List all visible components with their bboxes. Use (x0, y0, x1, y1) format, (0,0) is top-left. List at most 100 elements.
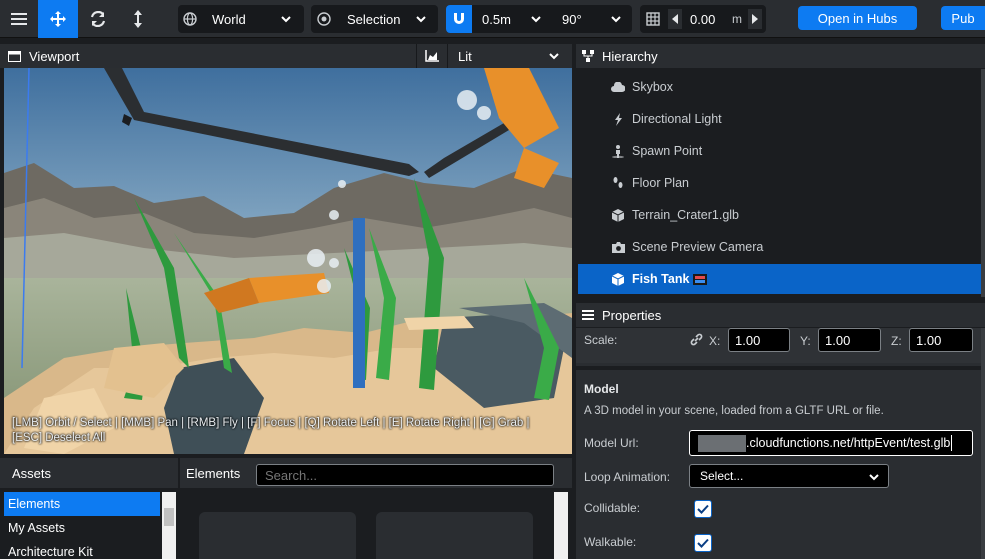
render-mode-value: Lit (458, 48, 472, 64)
bolt-icon (608, 112, 628, 126)
translation-snap-value: 0.5m (482, 11, 511, 27)
properties-scrollbar[interactable] (981, 328, 985, 559)
rotation-snap-value: 90° (562, 11, 582, 27)
snap-toggle-button[interactable] (446, 5, 472, 33)
grid-group: 0.00 m (640, 5, 766, 33)
hierarchy-item-label: Floor Plan (632, 176, 689, 190)
asset-source-architecture-kit[interactable]: Architecture Kit (4, 540, 160, 559)
hierarchy-item-label: Directional Light (632, 112, 722, 126)
pivot-mode-select[interactable]: Selection (339, 9, 435, 29)
grid-height-input[interactable]: 0.00 m (684, 9, 746, 29)
assets-sidebar: Assets Elements My Assets Architecture K… (0, 458, 178, 559)
person-icon (608, 144, 628, 158)
hierarchy-item-skybox[interactable]: Skybox (578, 71, 981, 103)
magnet-icon (454, 13, 464, 24)
viewport-controls-hint-2: [ESC] Deselect All (12, 432, 106, 444)
scrollbar-thumb[interactable] (164, 508, 174, 526)
viewport-title: Viewport (29, 48, 80, 64)
transform-space-value: World (212, 11, 246, 27)
model-url-input[interactable]: .cloudfunctions.net/httpEvent/test.glb (689, 430, 973, 456)
viewport-controls-hint: [LMB] Orbit / Select | [MMB] Pan | [RMB]… (12, 417, 530, 429)
assets-title: Assets (0, 458, 178, 488)
scale-y-input[interactable]: 1.00 (818, 328, 881, 352)
chevron-down-icon (869, 474, 879, 481)
collidable-checkbox[interactable] (694, 500, 712, 518)
scale-z-input[interactable]: 1.00 (909, 328, 973, 352)
hierarchy-item-label: Fish Tank (632, 272, 690, 286)
model-url-label: Model Url: (584, 436, 639, 450)
snap-group: 0.5m 90° (446, 5, 632, 33)
chevron-down-icon (281, 16, 291, 23)
redacted-text (698, 434, 746, 452)
move-arrows-icon (50, 11, 66, 27)
film-icon (693, 273, 708, 285)
grid-height-decrease-button[interactable] (668, 9, 682, 29)
elements-search-input[interactable] (256, 464, 554, 486)
properties-title: Properties (602, 307, 662, 323)
scale-x-label: X: (709, 334, 721, 348)
menu-button[interactable] (0, 0, 38, 38)
scale-y-label: Y: (800, 334, 811, 348)
elements-scrollbar[interactable] (554, 492, 568, 559)
grid-height-unit: m (732, 12, 742, 26)
grid-height-increase-button[interactable] (748, 9, 762, 29)
transform-space-select[interactable]: World (204, 9, 300, 29)
asset-source-elements[interactable]: Elements (4, 492, 160, 516)
publish-button[interactable]: Pub (941, 6, 985, 30)
model-section-description: A 3D model in your scene, loaded from a … (584, 405, 884, 417)
collidable-label: Collidable: (584, 501, 641, 515)
hierarchy-scrollbar[interactable] (981, 69, 985, 297)
hierarchy-item-label: Scene Preview Camera (632, 240, 764, 254)
section-divider (576, 366, 985, 370)
camera-icon (608, 241, 628, 253)
open-in-hubs-button[interactable]: Open in Hubs (798, 6, 917, 30)
pivot-mode-value: Selection (347, 11, 401, 27)
elements-panel: Elements (180, 458, 572, 559)
viewport-canvas[interactable]: [LMB] Orbit / Select | [MMB] Pan | [RMB]… (4, 68, 572, 454)
properties-header: Properties (576, 303, 985, 327)
hierarchy-title: Hierarchy (602, 48, 658, 64)
asset-source-my-assets[interactable]: My Assets (4, 516, 160, 540)
vertical-arrows-icon (134, 10, 142, 28)
scale-tool-button[interactable] (118, 0, 158, 38)
hierarchy-item-directional-light[interactable]: Directional Light (578, 103, 981, 135)
window-icon (8, 50, 21, 62)
grid-icon[interactable] (640, 12, 666, 26)
hierarchy-item-scene-preview-camera[interactable]: Scene Preview Camera (578, 231, 981, 263)
link-icon[interactable] (690, 333, 703, 349)
hierarchy-item-terrain[interactable]: Terrain_Crater1.glb (578, 199, 981, 231)
transform-space-group: World (178, 5, 304, 33)
hierarchy-tree-icon (582, 50, 594, 62)
assets-sidebar-scrollbar[interactable] (162, 492, 176, 559)
hamburger-menu-icon (11, 13, 27, 25)
model-url-value: .cloudfunctions.net/httpEvent/test.glb (746, 436, 951, 450)
walkable-label: Walkable: (584, 535, 637, 549)
hierarchy-item-fish-tank[interactable]: Fish Tank (578, 264, 981, 294)
walkable-checkbox[interactable] (694, 534, 712, 552)
scale-x-input[interactable]: 1.00 (728, 328, 790, 352)
hierarchy-item-label: Spawn Point (632, 144, 703, 158)
stats-toggle-button[interactable] (416, 44, 446, 68)
render-mode-select[interactable]: Lit (447, 44, 572, 68)
area-chart-icon (424, 50, 439, 62)
checkmark-icon (697, 538, 709, 548)
loop-animation-select[interactable]: Select... (689, 464, 889, 488)
hierarchy-item-floor-plan[interactable]: Floor Plan (578, 167, 981, 199)
grid-height-value: 0.00 (690, 11, 716, 27)
main-toolbar: World Selection 0.5m 90° 0.00 m Open in … (0, 0, 985, 38)
translate-tool-button[interactable] (38, 0, 78, 38)
hierarchy-item-spawn-point[interactable]: Spawn Point (578, 135, 981, 167)
rotation-snap-select[interactable]: 90° (554, 9, 630, 29)
pivot-mode-group: Selection (311, 5, 438, 33)
caret-right-icon (752, 14, 758, 24)
translation-snap-select[interactable]: 0.5m (474, 9, 550, 29)
element-tile[interactable] (376, 512, 533, 559)
cube-icon (608, 208, 628, 222)
checkmark-icon (697, 504, 709, 514)
scale-label: Scale: (584, 333, 618, 347)
loop-animation-label: Loop Animation: (584, 470, 671, 484)
scene-render (4, 68, 572, 454)
text-cursor (951, 435, 953, 451)
rotate-tool-button[interactable] (78, 0, 118, 38)
element-tile[interactable] (199, 512, 356, 559)
